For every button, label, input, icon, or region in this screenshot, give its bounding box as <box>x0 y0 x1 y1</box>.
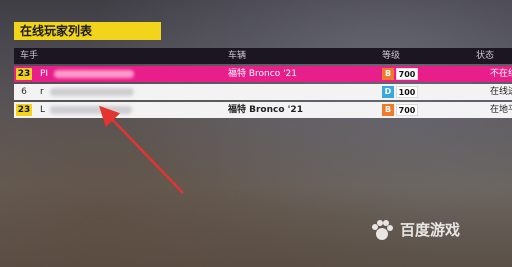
baidu-watermark: 百度游戏 <box>370 217 500 243</box>
baidu-paw-icon <box>372 220 393 240</box>
watermark-text: 百度游戏 <box>400 221 461 239</box>
